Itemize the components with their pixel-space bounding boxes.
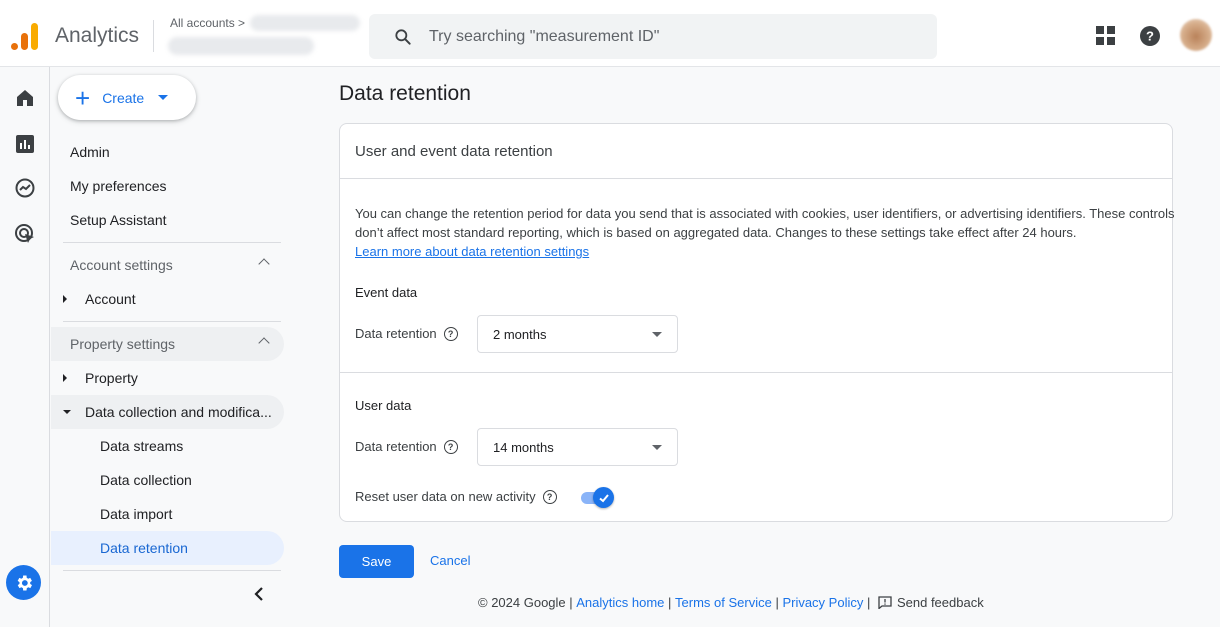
chevron-right-icon: > [238, 16, 246, 30]
advertising-icon[interactable] [14, 223, 36, 245]
reset-user-data-label: Reset user data on new activity ? [355, 489, 557, 504]
expand-arrow-icon [63, 374, 67, 382]
feedback-icon [878, 596, 892, 609]
admin-gear-button[interactable] [6, 565, 41, 600]
selected-value: 14 months [493, 439, 554, 455]
sidebar-item-data-collection[interactable]: Data collection [51, 463, 284, 497]
card-divider [340, 372, 1172, 373]
sidebar-item-label: Data collection and modifica... [85, 404, 272, 420]
gear-icon [17, 575, 32, 590]
sidebar-item-data-streams[interactable]: Data streams [51, 429, 284, 463]
field-label-text: Data retention [355, 326, 437, 341]
section-label: Property settings [70, 336, 176, 352]
svg-text:?: ? [1146, 29, 1154, 44]
sidebar-item-my-preferences[interactable]: My preferences [51, 169, 284, 203]
header-divider [153, 20, 154, 52]
card-divider [340, 178, 1172, 179]
retention-settings-card: User and event data retention You can ch… [339, 123, 1175, 522]
sidebar-item-label: Admin [70, 144, 110, 160]
sidebar-item-label: Data retention [100, 540, 188, 556]
footer: © 2024 Google | Analytics home | Terms o… [478, 595, 984, 610]
apps-grid-icon[interactable] [1095, 25, 1117, 47]
collapse-arrow-icon [63, 410, 71, 414]
sidebar-item-property[interactable]: Property [51, 361, 284, 395]
help-icon[interactable]: ? [1139, 25, 1161, 47]
selected-value: 2 months [493, 326, 547, 342]
breadcrumb-root[interactable]: All accounts [170, 16, 235, 30]
sidebar-item-label: Data collection [100, 472, 192, 488]
home-icon[interactable] [14, 87, 36, 109]
footer-separator: | [771, 595, 783, 610]
toggle-knob [593, 487, 614, 508]
sidebar-divider [63, 570, 281, 571]
section-label: Account settings [70, 257, 173, 273]
app-name: Analytics [55, 24, 140, 47]
reports-icon[interactable] [14, 133, 36, 155]
cancel-button[interactable]: Cancel [430, 553, 470, 568]
help-icon[interactable]: ? [542, 489, 557, 504]
card-title: User and event data retention [355, 143, 553, 160]
search-bar[interactable] [369, 14, 937, 59]
account-settings-header[interactable]: Account settings [51, 248, 284, 282]
user-retention-label: Data retention ? [355, 439, 458, 454]
redacted-account-name [250, 15, 360, 31]
expand-arrow-icon [63, 295, 67, 303]
analytics-home-link[interactable]: Analytics home [576, 595, 664, 610]
sidebar-item-label: Setup Assistant [70, 212, 167, 228]
sidebar-item-label: My preferences [70, 178, 167, 194]
caret-down-icon [652, 444, 662, 450]
user-retention-select[interactable]: 14 months [477, 428, 678, 466]
avatar[interactable] [1180, 19, 1212, 51]
create-label: Create [102, 89, 145, 106]
breadcrumb[interactable]: All accounts > [170, 16, 245, 30]
caret-down-icon [158, 95, 169, 100]
search-input[interactable] [429, 14, 919, 59]
copyright-text: © 2024 Google | [478, 595, 577, 610]
analytics-logo-icon[interactable] [11, 22, 39, 50]
learn-more-link[interactable]: Learn more about data retention settings [355, 244, 589, 259]
check-icon [598, 493, 609, 502]
top-bar: Analytics All accounts > ? [0, 0, 1220, 67]
save-button[interactable]: Save [339, 545, 414, 578]
property-settings-header[interactable]: Property settings [51, 327, 284, 361]
field-label-text: Data retention [355, 439, 437, 454]
sidebar-item-data-import[interactable]: Data import [51, 497, 284, 531]
privacy-policy-link[interactable]: Privacy Policy [782, 595, 863, 610]
reset-user-data-toggle[interactable] [579, 487, 615, 509]
sidebar-divider [63, 242, 281, 243]
description-text: You can change the retention period for … [355, 206, 1175, 240]
field-label-text: Reset user data on new activity [355, 489, 536, 504]
sidebar-item-admin[interactable]: Admin [51, 135, 284, 169]
collapse-sidebar-chevron-left-icon[interactable] [251, 585, 267, 603]
caret-down-icon [652, 331, 662, 337]
description: You can change the retention period for … [355, 204, 1175, 261]
user-data-heading: User data [355, 398, 412, 413]
sidebar-item-account[interactable]: Account [51, 282, 284, 316]
footer-separator: | [664, 595, 676, 610]
sidebar-item-data-collection-and-modification[interactable]: Data collection and modifica... [51, 395, 284, 429]
create-button[interactable]: + Create [58, 75, 196, 120]
help-icon[interactable]: ? [443, 439, 458, 454]
left-nav-rail [0, 67, 50, 627]
sidebar-item-label: Data import [100, 506, 173, 522]
redacted-property-name[interactable] [168, 37, 314, 55]
terms-of-service-link[interactable]: Terms of Service [675, 595, 772, 610]
event-data-heading: Event data [355, 285, 418, 300]
event-retention-select[interactable]: 2 months [477, 315, 678, 353]
send-feedback-link[interactable]: Send feedback [897, 595, 984, 610]
admin-sidebar: + Create Admin My preferences Setup Assi… [51, 67, 291, 627]
footer-separator: | [863, 595, 874, 610]
chevron-up-icon [258, 258, 270, 270]
plus-icon: + [75, 82, 91, 113]
page-title: Data retention [339, 82, 471, 105]
search-icon [395, 29, 411, 45]
explore-icon[interactable] [14, 177, 36, 199]
help-icon[interactable]: ? [443, 326, 458, 341]
sidebar-item-data-retention[interactable]: Data retention [51, 531, 284, 565]
chevron-up-icon [258, 337, 270, 349]
sidebar-item-setup-assistant[interactable]: Setup Assistant [51, 203, 284, 237]
sidebar-divider [63, 321, 281, 322]
event-retention-label: Data retention ? [355, 326, 458, 341]
sidebar-item-label: Data streams [100, 438, 184, 454]
